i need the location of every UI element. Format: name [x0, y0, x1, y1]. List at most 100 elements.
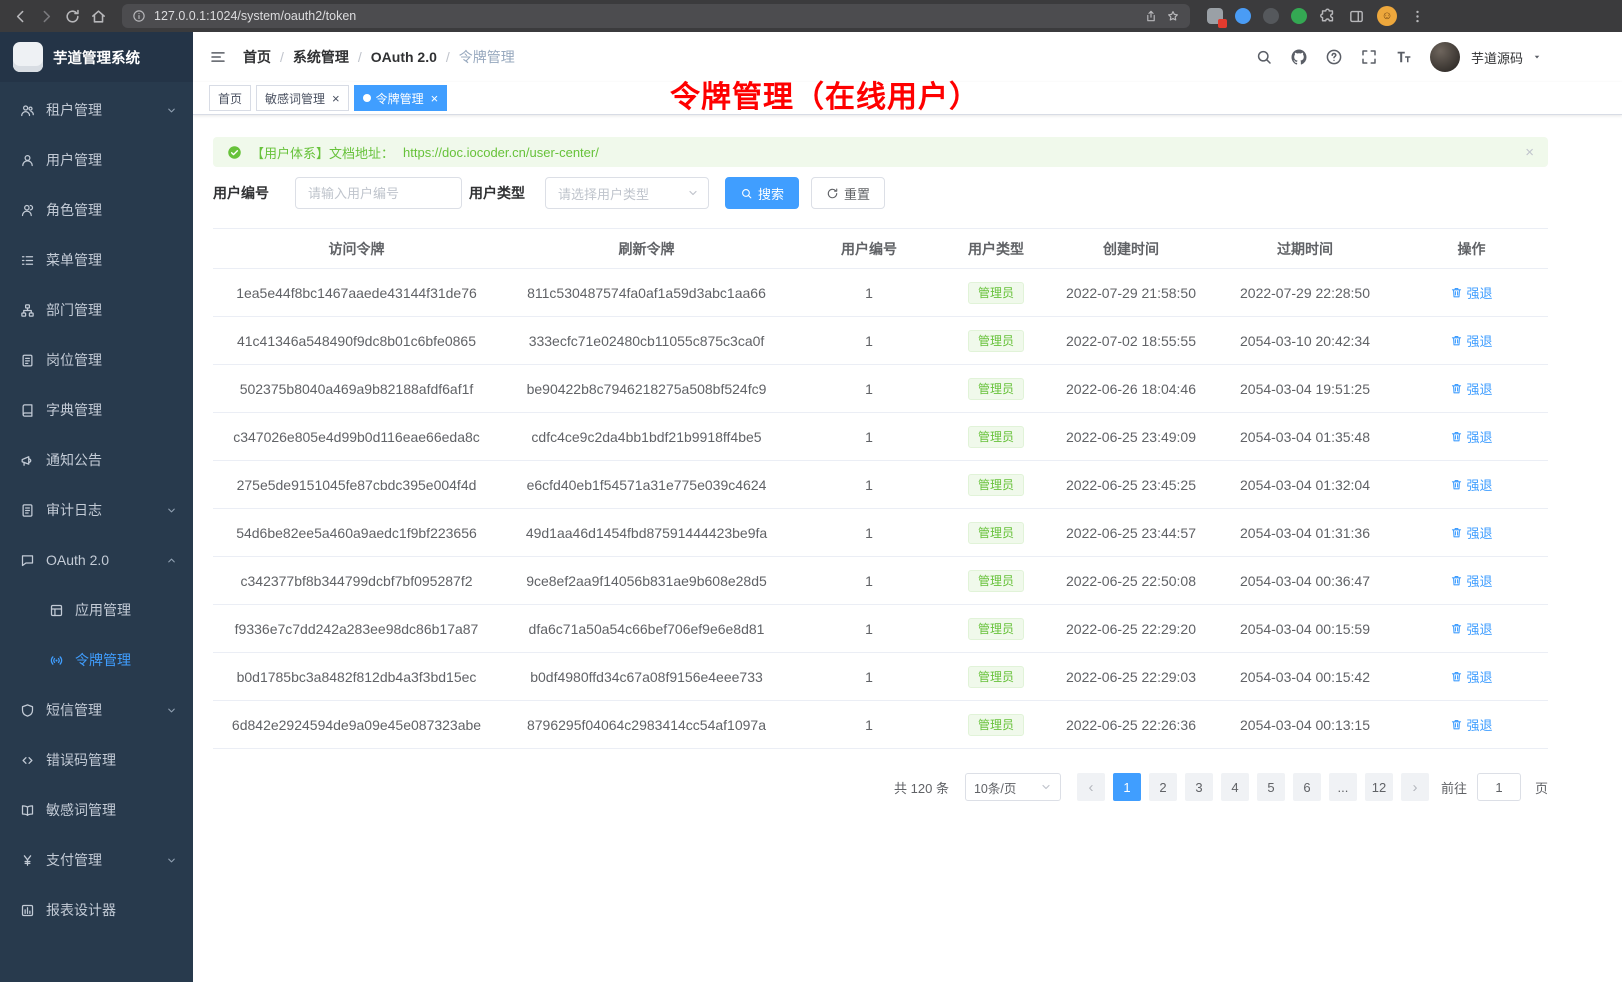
page-button-12[interactable]: 12	[1365, 773, 1393, 801]
sidebar-item-12[interactable]: 短信管理	[0, 685, 193, 735]
back-icon[interactable]	[12, 8, 29, 25]
app-logo[interactable]: 芋道管理系统	[0, 32, 193, 82]
browser-profile-avatar[interactable]: ☺	[1377, 6, 1397, 26]
force-logout-button[interactable]: 强退	[1450, 619, 1492, 638]
tab-0[interactable]: 首页	[209, 85, 251, 111]
user-type-badge: 管理员	[968, 618, 1024, 640]
user-type-badge: 管理员	[968, 426, 1024, 448]
tab-2[interactable]: 令牌管理×	[354, 85, 448, 111]
sidebar-item-8[interactable]: 审计日志	[0, 485, 193, 535]
reset-button[interactable]: 重置	[811, 177, 885, 209]
page-button-4[interactable]: 4	[1221, 773, 1249, 801]
extension-icon[interactable]	[1263, 8, 1279, 24]
filter-bar: 用户编号 用户类型 请选择用户类型 搜索 重置	[213, 177, 1622, 209]
sidebar-item-14[interactable]: 敏感词管理	[0, 785, 193, 835]
column-header-0: 访问令牌	[213, 229, 500, 269]
force-logout-button[interactable]: 强退	[1450, 427, 1492, 446]
help-icon[interactable]	[1325, 48, 1343, 66]
force-logout-button[interactable]: 强退	[1450, 523, 1492, 542]
page-button-3[interactable]: 3	[1185, 773, 1213, 801]
sidebar-item-label: 租户管理	[46, 100, 155, 120]
home-icon[interactable]	[90, 8, 107, 25]
search-icon[interactable]	[1255, 48, 1273, 66]
page-button-5[interactable]: 5	[1257, 773, 1285, 801]
sidebar-item-label: 短信管理	[46, 700, 155, 720]
goto-page-input[interactable]	[1477, 773, 1521, 801]
column-header-5: 过期时间	[1215, 229, 1395, 269]
force-logout-button[interactable]: 强退	[1450, 571, 1492, 590]
sidebar-item-1[interactable]: 用户管理	[0, 135, 193, 185]
fullscreen-icon[interactable]	[1360, 48, 1378, 66]
oauth-icon	[20, 553, 35, 568]
sidebar-item-10[interactable]: 应用管理	[0, 585, 193, 635]
sidebar-item-6[interactable]: 字典管理	[0, 385, 193, 435]
panels-icon[interactable]	[1348, 8, 1365, 25]
force-logout-button[interactable]: 强退	[1450, 331, 1492, 350]
chevron-up-icon	[166, 555, 177, 566]
page-button-6[interactable]: 6	[1293, 773, 1321, 801]
github-icon[interactable]	[1290, 48, 1308, 66]
table-row: 502375b8040a469a9b82188afdf6af1fbe90422b…	[213, 365, 1548, 413]
cell-expire-time: 2054-03-10 20:42:34	[1215, 317, 1395, 365]
force-logout-button[interactable]: 强退	[1450, 379, 1492, 398]
breadcrumb-item-system[interactable]: 系统管理	[271, 47, 349, 67]
sidebar-item-7[interactable]: 通知公告	[0, 435, 193, 485]
reload-icon[interactable]	[64, 8, 81, 25]
sidebar-item-9[interactable]: OAuth 2.0	[0, 535, 193, 585]
errcode-icon	[20, 753, 35, 768]
user-avatar[interactable]	[1430, 42, 1460, 72]
cell-refresh-token: 9ce8ef2aa9f14056b831ae9b608e28d5	[500, 557, 793, 605]
extension-icon[interactable]	[1235, 8, 1251, 24]
page-ellipsis[interactable]: ...	[1329, 773, 1357, 801]
alert-close-icon[interactable]: ×	[1525, 145, 1534, 160]
alert-link[interactable]: https://doc.iocoder.cn/user-center/	[403, 145, 599, 160]
tab-close-icon[interactable]: ×	[332, 92, 340, 105]
hamburger-icon[interactable]	[209, 48, 227, 66]
cell-user-type: 管理员	[945, 413, 1047, 461]
prev-page-button[interactable]: ‹	[1077, 773, 1105, 801]
sidebar-item-2[interactable]: 角色管理	[0, 185, 193, 235]
browser-menu-kebab-icon[interactable]	[1409, 8, 1426, 25]
sidebar-item-16[interactable]: 报表设计器	[0, 885, 193, 935]
sidebar-item-label: 角色管理	[46, 200, 177, 220]
user-type-select[interactable]: 请选择用户类型	[545, 177, 709, 209]
tab-close-icon[interactable]: ×	[431, 92, 439, 105]
extension-icon[interactable]	[1291, 8, 1307, 24]
force-logout-label: 强退	[1466, 379, 1492, 398]
page-size-select[interactable]: 10条/页	[965, 773, 1061, 801]
sidebar-item-0[interactable]: 租户管理	[0, 85, 193, 135]
page-button-2[interactable]: 2	[1149, 773, 1177, 801]
user-name[interactable]: 芋道源码	[1471, 48, 1523, 67]
search-button[interactable]: 搜索	[725, 177, 799, 209]
sidebar-item-15[interactable]: 支付管理	[0, 835, 193, 885]
force-logout-button[interactable]: 强退	[1450, 475, 1492, 494]
puzzle-icon[interactable]	[1319, 8, 1336, 25]
tab-1[interactable]: 敏感词管理×	[256, 85, 349, 111]
sidebar-item-5[interactable]: 岗位管理	[0, 335, 193, 385]
caret-down-icon[interactable]	[1532, 52, 1542, 62]
cell-actions: 强退	[1395, 653, 1548, 701]
force-logout-button[interactable]: 强退	[1450, 283, 1492, 302]
user-type-badge: 管理员	[968, 282, 1024, 304]
cell-user-type: 管理员	[945, 509, 1047, 557]
font-size-icon[interactable]	[1395, 48, 1413, 66]
sidebar-item-3[interactable]: 菜单管理	[0, 235, 193, 285]
bookmark-star-icon[interactable]	[1166, 9, 1180, 23]
breadcrumb-item-oauth[interactable]: OAuth 2.0	[349, 49, 437, 65]
extension-icon[interactable]	[1207, 8, 1223, 24]
sidebar-item-4[interactable]: 部门管理	[0, 285, 193, 335]
url-bar[interactable]: 127.0.0.1:1024/system/oauth2/token	[122, 4, 1190, 28]
sidebar-item-13[interactable]: 错误码管理	[0, 735, 193, 785]
force-logout-button[interactable]: 强退	[1450, 667, 1492, 686]
page-button-1[interactable]: 1	[1113, 773, 1141, 801]
info-icon[interactable]	[132, 9, 146, 23]
force-logout-button[interactable]: 强退	[1450, 715, 1492, 734]
tab-label: 首页	[218, 90, 242, 107]
user-id-input[interactable]	[295, 177, 462, 209]
forward-icon[interactable]	[38, 8, 55, 25]
cell-created-time: 2022-06-25 22:29:03	[1047, 653, 1215, 701]
breadcrumb-item-home[interactable]: 首页	[243, 47, 271, 67]
share-icon[interactable]	[1144, 9, 1158, 23]
next-page-button[interactable]: ›	[1401, 773, 1429, 801]
sidebar-item-11[interactable]: 令牌管理	[0, 635, 193, 685]
